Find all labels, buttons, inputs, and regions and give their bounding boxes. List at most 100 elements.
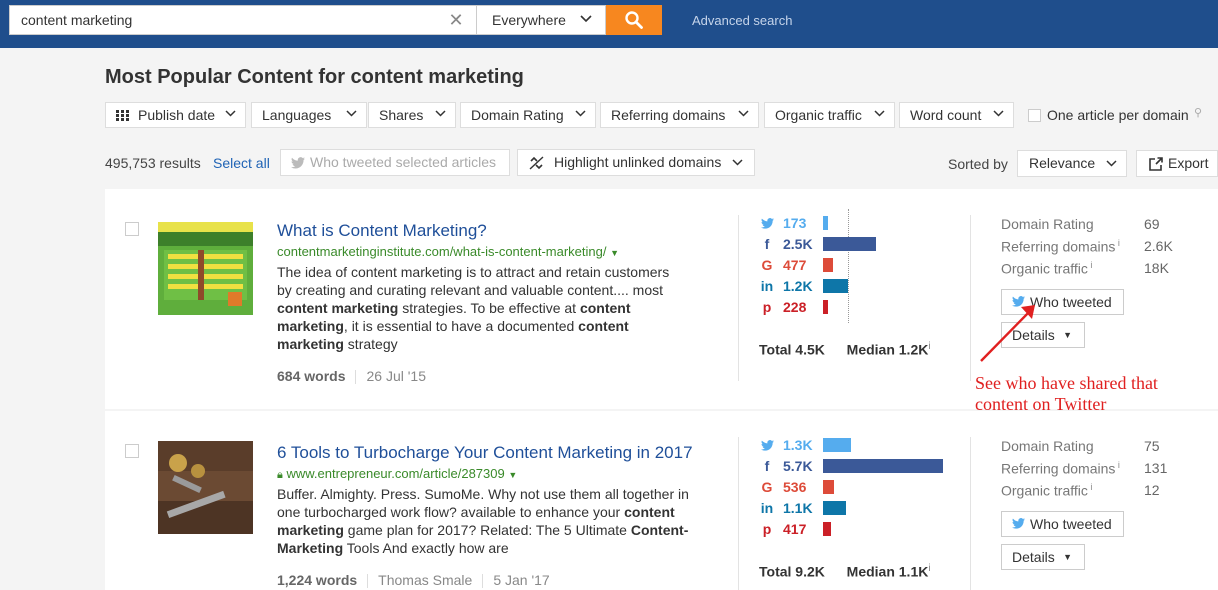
metric-value: 131 [1144,460,1168,476]
search-button[interactable] [606,5,662,35]
twitter-icon [759,435,775,456]
article-url[interactable]: 🔒︎ www.entrepreneur.com/article/287309 ▼ [277,466,517,482]
share-value: 477 [783,257,807,273]
chevron-down-icon [435,110,446,117]
share-value: 1.2K [783,278,813,294]
pinterest-icon: p [762,299,772,315]
metric-label: Organic traffic [1001,482,1088,499]
filter-label: Languages [262,107,332,123]
snippet-text: The idea of content marketing is to attr… [277,264,670,298]
domain-rating: Domain Rating 75 [1001,438,1160,454]
info-icon[interactable]: i [1115,238,1120,248]
filter-publish-date[interactable]: Publish date [105,102,246,128]
total-shares: Total 4.5K [759,341,825,358]
results-count: 495,753 results [105,155,201,171]
median-line [848,209,849,323]
url-dropdown-icon[interactable]: ▼ [508,470,517,480]
chevron-down-icon [575,110,586,117]
advanced-search-link[interactable]: Advanced search [692,13,792,28]
google-icon: G [761,479,773,495]
snippet-text: game plan for 2017? Related: The 5 Ultim… [343,522,631,538]
metric-label: Organic traffic [1001,260,1088,277]
highlight-unlinked-domains-button[interactable]: Highlight unlinked domains [517,149,755,176]
linkedin-icon: in [760,500,774,516]
article-url[interactable]: contentmarketinginstitute.com/what-is-co… [277,244,619,259]
share-bar [823,522,831,536]
linkedin-icon: in [760,278,774,294]
share-bar [823,279,848,293]
filter-domain-rating[interactable]: Domain Rating [460,102,596,128]
filter-word-count[interactable]: Word count [899,102,1014,128]
caret-down-icon: ▼ [1063,330,1072,340]
word-count: 1,224 words [277,572,358,588]
filter-label: Word count [910,107,982,123]
share-value: 2.5K [783,236,813,252]
author: Thomas Smale [378,572,473,588]
article-thumbnail-image [158,441,253,534]
publish-date: 5 Jan '17 [493,572,550,588]
article-thumbnail[interactable] [158,222,253,315]
details-button[interactable]: Details ▼ [1001,544,1085,570]
info-icon[interactable]: i [1088,260,1092,270]
chevron-down-icon [1106,160,1117,167]
article-title-link[interactable]: 6 Tools to Turbocharge Your Content Mark… [277,443,693,463]
share-bar [823,237,876,251]
url-dropdown-icon[interactable]: ▼ [610,248,619,258]
link-icon: ⚲ [1194,107,1203,119]
share-value: 1.3K [783,437,813,453]
export-icon [1149,157,1163,171]
share-bar [823,501,846,515]
filter-shares[interactable]: Shares [368,102,456,128]
sort-select[interactable]: Relevance [1017,150,1127,177]
share-value: 228 [783,299,807,315]
result-checkbox[interactable] [125,222,139,236]
info-icon[interactable]: i [928,563,930,574]
info-icon[interactable]: i [928,341,930,352]
export-button[interactable]: Export [1136,150,1218,177]
divider [970,215,971,381]
share-bar [823,216,828,230]
one-per-domain-label: One article per domain [1047,107,1189,123]
search-input[interactable] [9,5,476,35]
article-thumbnail[interactable] [158,441,253,534]
info-icon[interactable]: i [1088,482,1092,492]
filter-organic-traffic[interactable]: Organic traffic [764,102,895,128]
annotation-text: See who have shared that content on Twit… [975,373,1158,414]
share-totals: Total 9.2K Median 1.1Ki [759,563,931,580]
share-bar [823,438,851,452]
referring-domains: Referring domains i 2.6K [1001,238,1218,255]
share-bar [823,459,943,473]
clear-search-icon[interactable]: ✕ [446,10,466,30]
chevron-down-icon [580,15,592,23]
result-checkbox[interactable] [125,444,139,458]
lock-icon: 🔒︎ [277,469,283,481]
metric-label: Domain Rating [1001,438,1094,454]
domain-rating: Domain Rating 69 [1001,216,1160,232]
calendar-grid-icon [116,110,129,121]
article-url-text: www.entrepreneur.com/article/287309 [286,466,505,481]
select-all-link[interactable]: Select all [213,155,270,171]
share-value: 417 [783,521,807,537]
who-tweeted-button[interactable]: Who tweeted [1001,511,1124,537]
info-icon[interactable]: i [1115,460,1120,470]
search-scope-select[interactable]: Everywhere [476,5,606,35]
referring-domains: Referring domains i 131 [1001,460,1218,477]
filter-label: Publish date [138,107,216,123]
total-shares: Total 9.2K [759,563,825,580]
metric-value: 18K [1144,260,1169,276]
one-per-domain-checkbox[interactable] [1028,109,1041,122]
chevron-down-icon [225,110,236,117]
word-count: 684 words [277,368,346,384]
article-title-link[interactable]: What is Content Marketing? [277,221,487,241]
filter-languages[interactable]: Languages [251,102,367,128]
share-value: 1.1K [783,500,813,516]
twitter-icon [1012,518,1025,529]
filter-referring-domains[interactable]: Referring domains [600,102,759,128]
top-bar: ✕ Everywhere Advanced search [0,0,1218,48]
who-tweeted-selected-button[interactable]: Who tweeted selected articles [280,149,510,176]
twitter-icon [759,213,775,234]
publish-date: 26 Jul '15 [366,368,426,384]
details-label: Details [1012,549,1055,565]
metric-label: Referring domains [1001,238,1116,255]
share-value: 5.7K [783,458,813,474]
